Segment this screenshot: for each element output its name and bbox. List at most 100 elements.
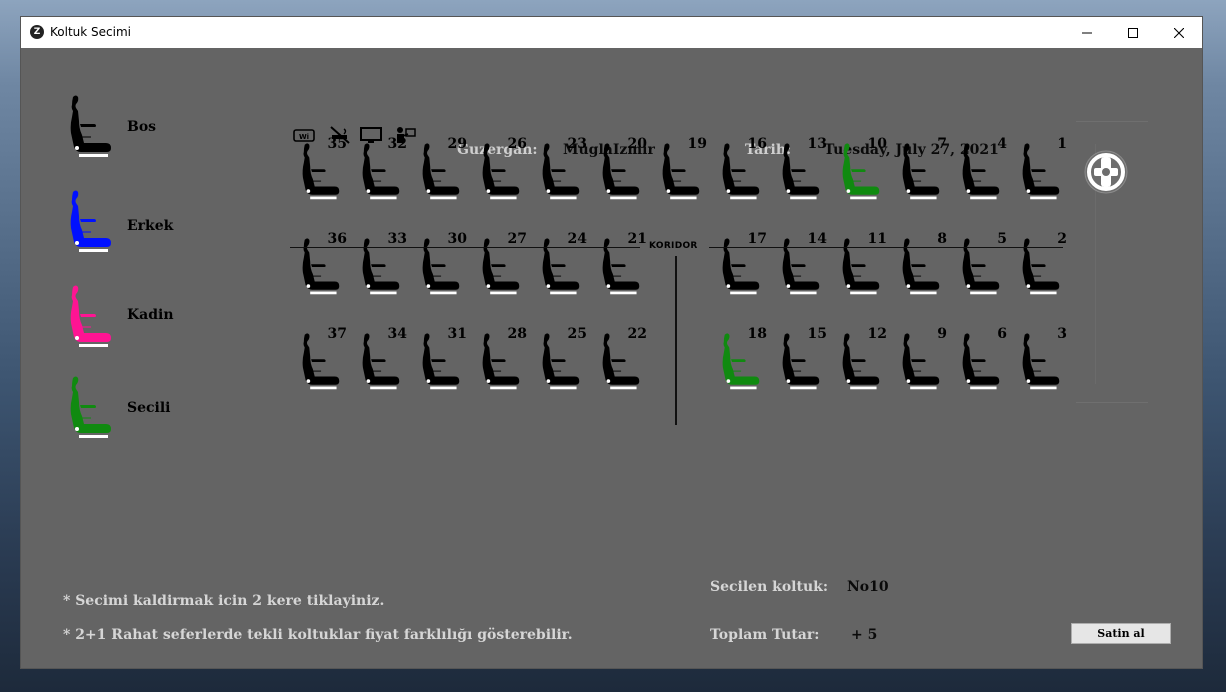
seat-12[interactable]: 12 bbox=[837, 326, 887, 392]
seat-5[interactable]: 5 bbox=[957, 231, 1007, 297]
app-icon: Z bbox=[30, 25, 44, 39]
seat-21[interactable]: 21 bbox=[597, 231, 647, 297]
seat-number: 18 bbox=[747, 326, 767, 342]
minimize-icon bbox=[1082, 32, 1092, 33]
seat-28[interactable]: 28 bbox=[477, 326, 527, 392]
seat-icon bbox=[70, 376, 111, 438]
selected-seat-value: No10 bbox=[847, 579, 889, 595]
seat-number: 31 bbox=[447, 326, 467, 342]
close-icon bbox=[1174, 27, 1184, 38]
seat-number: 33 bbox=[387, 231, 407, 247]
seat-7[interactable]: 7 bbox=[897, 136, 947, 202]
seat-8[interactable]: 8 bbox=[897, 231, 947, 297]
seat-number: 27 bbox=[507, 231, 527, 247]
seat-number: 35 bbox=[327, 136, 347, 152]
seat-29[interactable]: 29 bbox=[417, 136, 467, 202]
seat-number: 28 bbox=[507, 326, 527, 342]
seat-number: 23 bbox=[567, 136, 587, 152]
seat-26[interactable]: 26 bbox=[477, 136, 527, 202]
seat-number: 7 bbox=[937, 136, 947, 152]
note-price-difference: * 2+1 Rahat seferlerde tekli koltuklar f… bbox=[63, 627, 573, 643]
window-title: Koltuk Secimi bbox=[50, 25, 131, 39]
seat-6[interactable]: 6 bbox=[957, 326, 1007, 392]
corridor-line-right bbox=[709, 247, 1063, 248]
seat-number: 20 bbox=[627, 136, 647, 152]
legend-label-female: Kadin bbox=[127, 307, 174, 323]
seat-number: 29 bbox=[447, 136, 467, 152]
legend-label-selected: Secili bbox=[127, 400, 171, 416]
legend-seat-empty-icon bbox=[67, 94, 117, 164]
seat-number: 24 bbox=[567, 231, 587, 247]
seat-number: 36 bbox=[327, 231, 347, 247]
seat-15[interactable]: 15 bbox=[777, 326, 827, 392]
seat-17[interactable]: 17 bbox=[717, 231, 767, 297]
corridor-label: KORIDOR bbox=[649, 241, 698, 251]
title-bar: Z Koltuk Secimi bbox=[21, 17, 1202, 48]
seat-22[interactable]: 22 bbox=[597, 326, 647, 392]
seat-25[interactable]: 25 bbox=[537, 326, 587, 392]
minimize-button[interactable] bbox=[1064, 17, 1110, 48]
note-deselect: * Secimi kaldirmak icin 2 kere tiklayini… bbox=[63, 593, 385, 609]
legend-label-male: Erkek bbox=[127, 218, 174, 234]
seat-34[interactable]: 34 bbox=[357, 326, 407, 392]
seat-19[interactable]: 19 bbox=[657, 136, 707, 202]
seat-number: 4 bbox=[997, 136, 1007, 152]
legend-seat-female-icon bbox=[67, 284, 117, 354]
seat-number: 30 bbox=[447, 231, 467, 247]
seat-35[interactable]: 35 bbox=[297, 136, 347, 202]
seat-27[interactable]: 27 bbox=[477, 231, 527, 297]
selected-seat-label: Secilen koltuk: bbox=[710, 579, 829, 595]
seat-number: 14 bbox=[807, 231, 827, 247]
close-button[interactable] bbox=[1156, 17, 1202, 48]
seat-icon bbox=[70, 285, 111, 347]
seat-number: 3 bbox=[1057, 326, 1067, 342]
corridor-line-left bbox=[290, 247, 640, 248]
seat-number: 13 bbox=[807, 136, 827, 152]
seat-30[interactable]: 30 bbox=[417, 231, 467, 297]
seat-1[interactable]: 1 bbox=[1017, 136, 1067, 202]
buy-button[interactable]: Satin al bbox=[1071, 623, 1171, 644]
seat-number: 32 bbox=[387, 136, 407, 152]
seat-selection-window: Z Koltuk Secimi Bos Erkek Kadin Secili W… bbox=[21, 17, 1202, 668]
seat-4[interactable]: 4 bbox=[957, 136, 1007, 202]
seat-number: 17 bbox=[747, 231, 767, 247]
seat-14[interactable]: 14 bbox=[777, 231, 827, 297]
seat-number: 10 bbox=[867, 136, 887, 152]
driver-area bbox=[1076, 121, 1148, 403]
seat-2[interactable]: 2 bbox=[1017, 231, 1067, 297]
seat-11[interactable]: 11 bbox=[837, 231, 887, 297]
seat-32[interactable]: 32 bbox=[357, 136, 407, 202]
seat-33[interactable]: 33 bbox=[357, 231, 407, 297]
seat-20[interactable]: 20 bbox=[597, 136, 647, 202]
seat-13[interactable]: 13 bbox=[777, 136, 827, 202]
seat-number: 16 bbox=[747, 136, 767, 152]
seat-icon bbox=[70, 190, 111, 252]
seat-18[interactable]: 18 bbox=[717, 326, 767, 392]
seat-23[interactable]: 23 bbox=[537, 136, 587, 202]
total-value: + 5 bbox=[851, 627, 878, 643]
seat-number: 5 bbox=[997, 231, 1007, 247]
seat-number: 15 bbox=[807, 326, 827, 342]
seat-3[interactable]: 3 bbox=[1017, 326, 1067, 392]
total-label: Toplam Tutar: bbox=[710, 627, 820, 643]
seat-number: 12 bbox=[867, 326, 887, 342]
seat-24[interactable]: 24 bbox=[537, 231, 587, 297]
legend-seat-male-icon bbox=[67, 189, 117, 259]
seat-number: 11 bbox=[867, 231, 887, 247]
steering-wheel-icon bbox=[1084, 150, 1128, 194]
seat-number: 19 bbox=[687, 136, 707, 152]
seat-31[interactable]: 31 bbox=[417, 326, 467, 392]
seat-9[interactable]: 9 bbox=[897, 326, 947, 392]
seat-37[interactable]: 37 bbox=[297, 326, 347, 392]
seat-10[interactable]: 10 bbox=[837, 136, 887, 202]
maximize-icon bbox=[1128, 27, 1138, 38]
seat-36[interactable]: 36 bbox=[297, 231, 347, 297]
seat-number: 1 bbox=[1057, 136, 1067, 152]
aisle-divider bbox=[675, 256, 677, 425]
maximize-button[interactable] bbox=[1110, 17, 1156, 48]
seat-16[interactable]: 16 bbox=[717, 136, 767, 202]
seat-number: 9 bbox=[937, 326, 947, 342]
seat-number: 37 bbox=[327, 326, 347, 342]
seat-number: 34 bbox=[387, 326, 407, 342]
seat-number: 6 bbox=[997, 326, 1007, 342]
